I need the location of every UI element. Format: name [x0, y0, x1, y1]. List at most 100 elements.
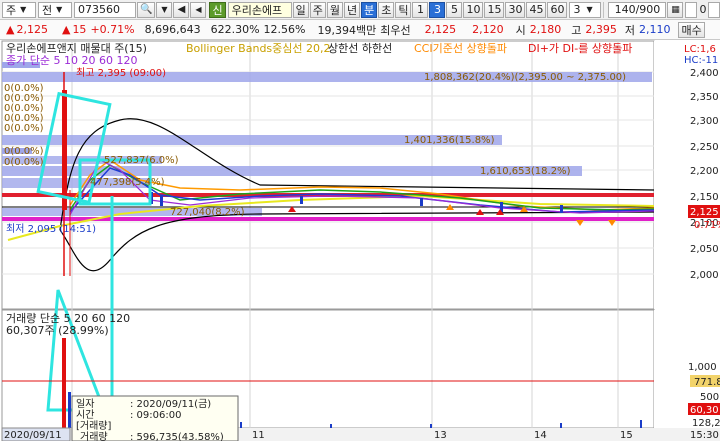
search-button[interactable]: 🔍: [137, 1, 156, 18]
price-change-pct: +0.71%: [90, 23, 135, 36]
chart-area[interactable]: 우리손에프앤지 매물대 주(15) Bollinger Bands중심선 20,…: [0, 40, 720, 441]
volume-bar: [68, 392, 71, 428]
zero-labels: 0(0.0%) 0(0.0%) 0(0.0%) 0(0.0%) 0(0.0%) …: [4, 83, 44, 168]
period-second-button[interactable]: 초: [378, 1, 395, 18]
page-count-field[interactable]: 140/900: [608, 1, 667, 18]
svg-text:15: 15: [620, 430, 633, 441]
prev-stock-button[interactable]: ◀: [190, 1, 207, 18]
checkbox[interactable]: [685, 1, 698, 18]
current-price-badge-text: 2,125: [690, 207, 719, 218]
svg-text:2,000: 2,000: [690, 270, 719, 281]
svg-text:13: 13: [434, 430, 447, 441]
new-badge: 신: [209, 1, 226, 18]
tooltip-date-label: 일자: [76, 398, 94, 410]
minute-15-button[interactable]: 15: [484, 1, 505, 18]
svg-text:477,398(5.4%): 477,398(5.4%): [90, 177, 165, 188]
zoom-icon: ▦: [671, 4, 680, 15]
strength: 12.56%: [263, 23, 306, 36]
trade-value: 19,394백만: [317, 23, 377, 37]
period-minute-button[interactable]: 분: [361, 1, 378, 18]
low-price: 2,110: [638, 23, 671, 36]
volume-bottom-label: 128,2: [692, 418, 720, 429]
zoom-in-button[interactable]: ▦: [667, 1, 684, 18]
period-type-select[interactable]: 주 ▼: [2, 1, 36, 18]
svg-text:2,400: 2,400: [690, 68, 719, 79]
stock-code-input[interactable]: 073560: [74, 1, 136, 18]
minute-1-button[interactable]: 1: [412, 1, 429, 18]
legend-limit: 상한선 하한선: [328, 41, 392, 55]
svg-text:2,050: 2,050: [690, 244, 719, 255]
buy-button[interactable]: 매수: [678, 21, 705, 38]
search-icon: 🔍: [140, 4, 153, 15]
svg-text:1,000: 1,000: [688, 362, 717, 373]
chevron-down-icon: ▼: [56, 5, 63, 14]
down-arrow-icon: ▲: [6, 23, 15, 36]
count-select[interactable]: 3 ▼: [569, 1, 602, 18]
turnover-pct: 622.30%: [210, 23, 260, 36]
price-change: 15: [72, 23, 87, 36]
minute-30-button[interactable]: 30: [505, 1, 526, 18]
legend-bollinger: Bollinger Bands중심선 20,2: [186, 42, 331, 55]
checkbox-label: 0: [699, 3, 707, 16]
low-label: 저: [624, 23, 635, 37]
ma-legend: 종가 단순 5 10 20 60 120: [6, 54, 137, 67]
price-axis-labels: 2,400 2,350 2,300 2,250 2,200 2,150 2,10…: [690, 68, 719, 281]
pct-badge-text: 0.71%: [694, 220, 720, 231]
volume-average-badge-text: 771.8: [694, 377, 720, 388]
volume-current-badge-text: 60,30: [690, 405, 719, 416]
tooltip-volume-label: 거래량: [80, 431, 108, 441]
high-label: 고: [571, 23, 582, 37]
tooltip-date-value: : 2020/09/11(금): [130, 398, 211, 410]
period-month-button[interactable]: 월: [326, 1, 343, 18]
divider: [603, 1, 605, 18]
svg-text:0(0.0%): 0(0.0%): [4, 146, 44, 157]
svg-text:500: 500: [700, 392, 719, 403]
svg-text:1,808,362(20.4%)(2,395.00 ~ 2,: 1,808,362(20.4%)(2,395.00 ~ 2,375.00): [424, 72, 626, 83]
svg-text:2,200: 2,200: [690, 166, 719, 177]
svg-text:727,040(8.2%): 727,040(8.2%): [170, 207, 245, 218]
best-bid: 2,120: [472, 23, 504, 36]
minute-3-button[interactable]: 3: [429, 1, 446, 18]
open-label: 시: [515, 23, 526, 37]
period-day-button[interactable]: 일: [292, 1, 309, 18]
up-arrow-icon: ▲: [61, 23, 71, 36]
checkbox-d[interactable]: [708, 1, 720, 18]
best-ask: 2,125: [424, 23, 457, 36]
tooltip-time-label: 시간: [76, 409, 94, 421]
legend-di: DI+가 DI-를 상향돌파: [528, 42, 632, 55]
tooltip-volume-value: : 596,735(43.58%): [130, 432, 224, 441]
time-axis-end-label: 15:30: [690, 430, 719, 441]
min-price-label: 최저 2,095 (14:51): [6, 223, 96, 235]
volume-value-label: 60,307주 (28.99%): [6, 324, 109, 337]
candle-body: [62, 90, 67, 210]
svg-text:2,250: 2,250: [690, 142, 719, 153]
tooltip-section-label: [거래량]: [76, 420, 112, 432]
dropdown-button[interactable]: ▼: [156, 1, 173, 18]
svg-text:527,837(6.0%): 527,837(6.0%): [104, 155, 179, 166]
svg-text:0(0.0%): 0(0.0%): [4, 123, 44, 134]
hc-label: HC:-11: [684, 55, 718, 66]
minute-60-button[interactable]: 60: [547, 1, 568, 18]
period-tick-button[interactable]: 틱: [395, 1, 412, 18]
speaker-icon: ◀: [177, 4, 186, 15]
stock-name-field[interactable]: 우리손에프: [227, 1, 292, 18]
current-price: 2,125: [16, 23, 48, 36]
tooltip-time-value: : 09:06:00: [130, 410, 181, 421]
volume: 8,696,643: [144, 23, 201, 36]
svg-text:1,610,653(18.2%): 1,610,653(18.2%): [480, 166, 571, 177]
sound-button[interactable]: ◀: [173, 1, 190, 18]
best-ask-label: 최우선: [380, 23, 411, 37]
chevron-down-icon: ▼: [586, 5, 593, 14]
svg-text:0(0.0%): 0(0.0%): [4, 157, 44, 168]
legend-cci: CCI기준선 상향돌파: [414, 42, 507, 55]
period-week-button[interactable]: 주: [309, 1, 326, 18]
max-price-label: 최고 2,395 (09:00): [76, 67, 166, 79]
minute-5-button[interactable]: 5: [446, 1, 463, 18]
market-type-select[interactable]: 전 ▼: [38, 1, 72, 18]
svg-text:2,150: 2,150: [690, 192, 719, 203]
minute-45-button[interactable]: 45: [526, 1, 547, 18]
minute-10-button[interactable]: 10: [463, 1, 484, 18]
period-year-button[interactable]: 년: [343, 1, 361, 18]
quote-bar: ▲ 2,125 ▲ 15 +0.71% 8,696,643 622.30% 12…: [0, 20, 720, 40]
svg-text:1,401,336(15.8%): 1,401,336(15.8%): [404, 135, 495, 146]
